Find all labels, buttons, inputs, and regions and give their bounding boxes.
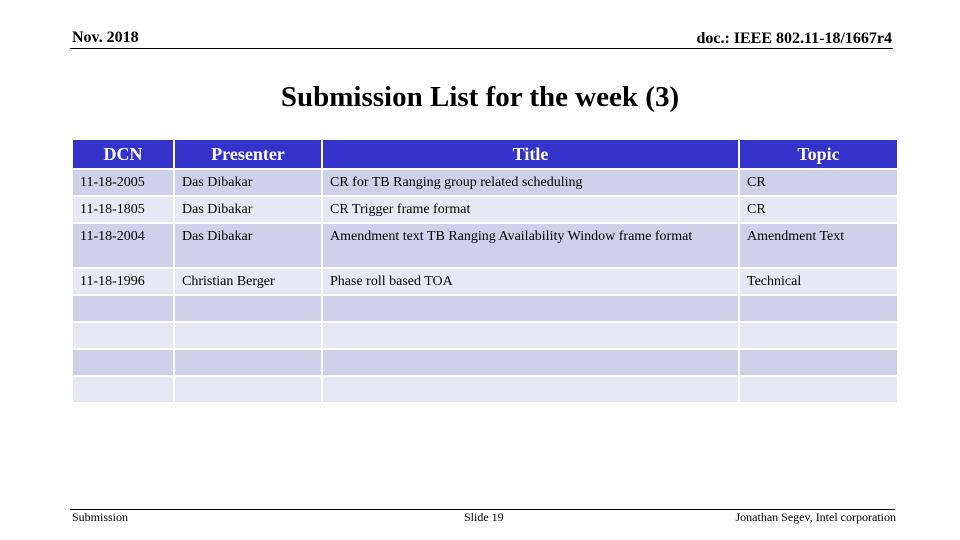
cell-dcn <box>73 350 173 375</box>
cell-title <box>323 323 738 348</box>
cell-title: Amendment text TB Ranging Availability W… <box>323 224 738 267</box>
cell-title: CR Trigger frame format <box>323 197 738 222</box>
cell-dcn: 11-18-1996 <box>73 269 173 294</box>
footer-slide-number: Slide 19 <box>464 510 504 524</box>
footer-submission: Submission <box>72 510 129 524</box>
cell-dcn: 11-18-1805 <box>73 197 173 222</box>
cell-topic <box>740 296 897 321</box>
cell-presenter: Das Dibakar <box>175 224 321 267</box>
column-header-presenter: Presenter <box>175 140 321 168</box>
table-header-row: DCN Presenter Title Topic <box>73 140 897 168</box>
cell-dcn: 11-18-2005 <box>73 170 173 195</box>
table-row-empty <box>73 296 897 321</box>
cell-topic: Amendment Text <box>740 224 897 267</box>
cell-topic <box>740 350 897 375</box>
cell-presenter <box>175 350 321 375</box>
table-row-empty <box>73 323 897 348</box>
cell-dcn <box>73 296 173 321</box>
column-header-title: Title <box>323 140 738 168</box>
table-row-empty <box>73 350 897 375</box>
cell-title <box>323 377 738 402</box>
header-rule <box>70 48 893 49</box>
cell-presenter <box>175 323 321 348</box>
table-row: 11-18-2005 Das Dibakar CR for TB Ranging… <box>73 170 897 195</box>
header-doc-id: doc.: IEEE 802.11-18/1667r4 <box>696 30 892 47</box>
cell-title <box>323 296 738 321</box>
table-row: 11-18-1996 Christian Berger Phase roll b… <box>73 269 897 294</box>
cell-topic <box>740 377 897 402</box>
header-date: Nov. 2018 <box>72 29 139 46</box>
table-row: 11-18-1805 Das Dibakar CR Trigger frame … <box>73 197 897 222</box>
cell-dcn <box>73 377 173 402</box>
cell-presenter: Das Dibakar <box>175 170 321 195</box>
cell-topic: CR <box>740 197 897 222</box>
cell-dcn: 11-18-2004 <box>73 224 173 267</box>
slide-title: Submission List for the week (3) <box>280 81 680 113</box>
table-row-empty <box>73 377 897 402</box>
column-header-topic: Topic <box>740 140 897 168</box>
cell-title: Phase roll based TOA <box>323 269 738 294</box>
cell-presenter <box>175 296 321 321</box>
cell-title: CR for TB Ranging group related scheduli… <box>323 170 738 195</box>
cell-presenter <box>175 377 321 402</box>
cell-presenter: Christian Berger <box>175 269 321 294</box>
cell-presenter: Das Dibakar <box>175 197 321 222</box>
submission-table: DCN Presenter Title Topic 11-18-2005 Das… <box>71 138 899 404</box>
cell-topic: Technical <box>740 269 897 294</box>
table-row: 11-18-2004 Das Dibakar Amendment text TB… <box>73 224 897 267</box>
column-header-dcn: DCN <box>73 140 173 168</box>
footer-author: Jonathan Segev, Intel corporation <box>735 510 896 524</box>
cell-title <box>323 350 738 375</box>
cell-dcn <box>73 323 173 348</box>
cell-topic: CR <box>740 170 897 195</box>
cell-topic <box>740 323 897 348</box>
